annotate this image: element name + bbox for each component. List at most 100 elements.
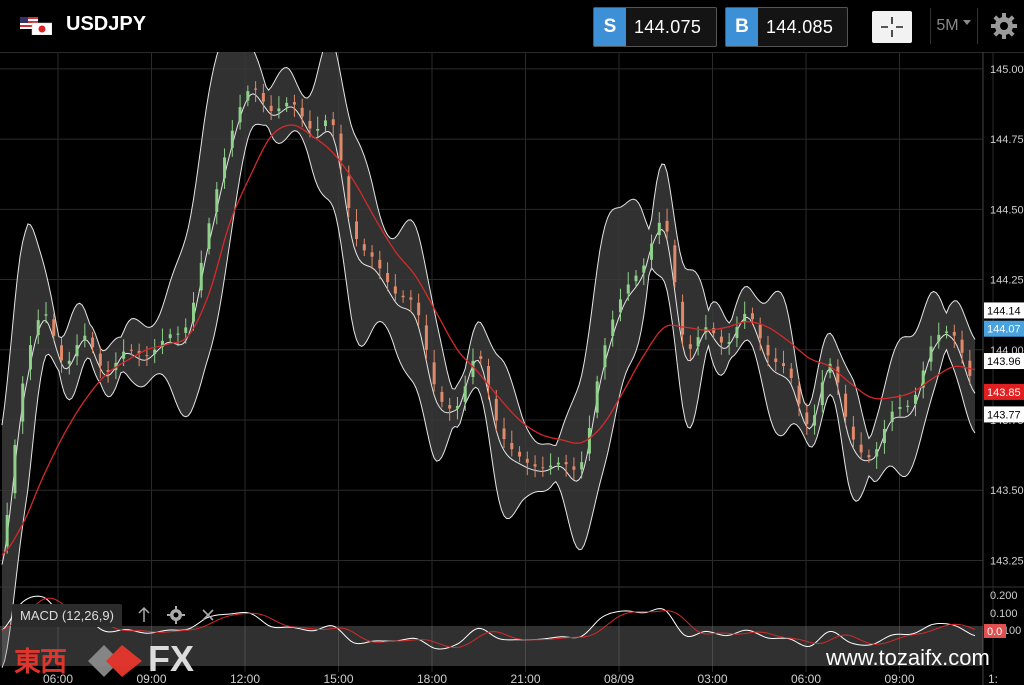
candle-body [634,275,638,282]
candle-body [875,449,879,457]
candle-body [618,299,622,313]
price-markers: 144.14 144.07 143.96 143.85 143.77 [984,302,1024,423]
candle-body [129,349,133,351]
candle-body [665,220,669,232]
candle-body [510,443,514,450]
candle-body [789,368,793,378]
candle-body [820,382,824,406]
candle-body [735,327,739,339]
candle-body [401,295,405,298]
dropdown-arrow-icon [962,20,971,25]
candle-body [774,358,778,362]
candle-body [937,334,941,342]
candle-body [696,337,700,347]
candle-body [5,514,9,547]
candle-body [805,412,809,425]
macd-label[interactable]: MACD (12,26,9) [12,603,122,627]
candle-body [28,345,32,370]
candle-body [867,455,871,458]
candle-body [362,244,366,251]
logo-fx: FX [148,638,195,679]
candle-body [168,334,172,339]
candle-body [758,324,762,339]
sell-price: 144.075 [634,16,702,37]
candle-body [479,356,483,359]
candle-body [797,385,801,404]
arrow-up-icon[interactable] [134,605,154,625]
crosshair-button[interactable] [872,11,912,43]
candle-body [339,133,343,161]
candle-body [176,333,180,335]
candle-body [254,88,258,90]
candle-body [898,407,902,409]
symbol-title: USDJPY [66,13,147,35]
candle-body [285,102,289,107]
price-tick-label: 143.50 [990,485,1024,497]
timeframe-dropdown[interactable]: 5M [930,8,978,44]
candle-body [859,444,863,453]
timeframe-value: 5M [936,17,959,34]
price-tick-label: 144.25 [990,275,1024,287]
candle-body [316,128,320,131]
price-tick-label: 145.00 [990,64,1024,76]
candle-body [199,262,203,291]
candle-body [386,272,390,283]
buy-button[interactable]: B 144.085 [725,7,848,47]
macd-toolbar: MACD (12,26,9) [0,603,218,627]
candle-body [455,405,459,409]
price-marker-label: 143.77 [987,409,1021,421]
candle-body [595,381,599,413]
gear-icon[interactable] [166,605,186,625]
candle-body [603,345,607,368]
candle-body [518,451,522,457]
gear-icon[interactable] [990,12,1018,40]
candle-body [564,462,568,465]
candle-body [945,331,949,333]
candle-body [98,353,102,366]
sell-label: S [594,8,626,46]
candle-body [246,91,250,101]
candle-body [882,428,886,444]
candle-body [471,360,475,377]
price-chart[interactable]: 145.00144.75144.50144.25144.00143.75143.… [0,52,1024,685]
candle-body [60,345,64,361]
candle-body [657,222,661,236]
candle-body [743,313,747,322]
candle-body [300,107,304,117]
candle-body [650,243,654,260]
candle-body [813,415,817,426]
close-icon[interactable] [198,605,218,625]
candlesticks [5,81,972,554]
candle-body [587,427,591,454]
price-marker-label: 143.96 [987,356,1021,368]
candle-body [502,428,506,440]
candle-body [75,344,79,357]
sell-button[interactable]: S 144.075 [593,7,717,47]
time-tick-label: 08/09 [604,672,634,685]
candle-body [673,245,677,283]
candle-body [44,314,48,316]
candle-body [355,221,359,240]
macd-tick-label: 0.100 [990,608,1018,620]
candle-body [525,458,529,463]
candle-body [277,108,281,112]
candle-body [409,297,413,300]
candle-body [541,467,545,469]
candle-body [331,119,335,126]
candle-body [323,120,327,127]
candle-body [230,130,234,148]
time-tick-label: 1: [988,672,998,685]
candle-body [533,464,537,467]
candle-body [432,362,436,385]
candle-body [223,157,227,179]
candle-body [719,336,723,343]
candle-body [556,462,560,465]
candle-body [463,386,467,402]
candle-body [766,344,770,356]
candle-body [960,339,964,353]
price-tick-label: 144.75 [990,134,1024,146]
candle-body [913,394,917,404]
candle-body [83,335,87,341]
macd-tick-label: 0.200 [990,590,1018,602]
candle-body [36,320,40,336]
